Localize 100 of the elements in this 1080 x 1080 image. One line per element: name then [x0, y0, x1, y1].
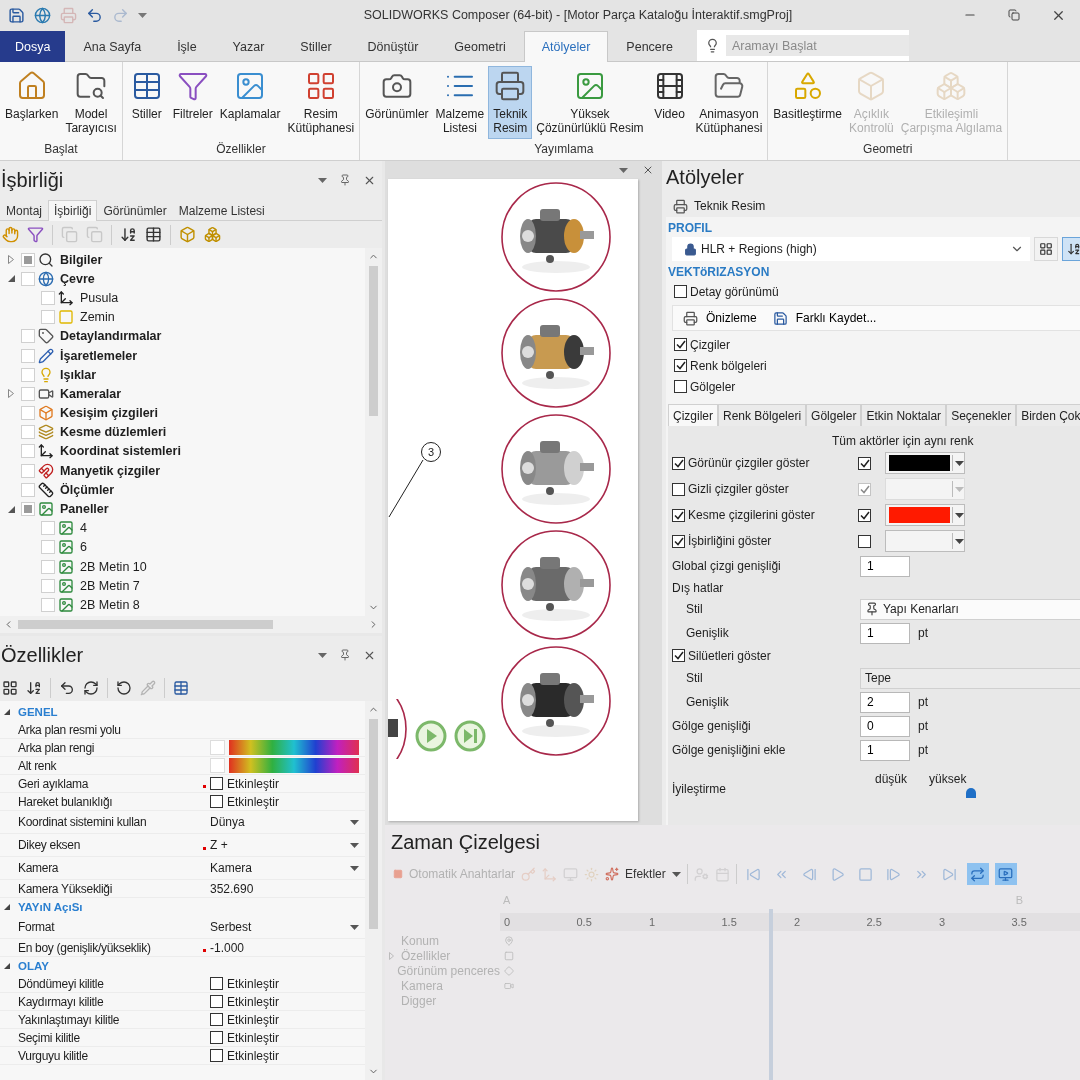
settings-tab[interactable]: Seçenekler	[946, 404, 1017, 426]
style-select[interactable]: Yapı Kenarları	[860, 598, 1080, 620]
panel-menu-icon[interactable]	[318, 652, 327, 658]
checkbox[interactable]	[672, 649, 685, 662]
ribbon-button[interactable]: Filtreler	[169, 66, 216, 125]
tree-item-label[interactable]: 6	[80, 540, 87, 555]
pin-icon[interactable]	[339, 174, 351, 186]
tree-checkbox[interactable]	[21, 463, 35, 478]
color-picker[interactable]	[885, 478, 965, 500]
dropdown-arrow-icon[interactable]	[350, 842, 359, 848]
panel-tab[interactable]: Montaj	[0, 200, 49, 221]
tree-checkbox[interactable]	[41, 597, 55, 612]
ribbon-button[interactable]: Malzeme Listesi	[432, 66, 488, 139]
tree-checkbox[interactable]	[21, 348, 35, 363]
playback-button[interactable]	[994, 863, 1017, 885]
number-field[interactable]: 1	[860, 622, 910, 644]
number-field[interactable]: 1	[860, 555, 910, 577]
tree-checkbox[interactable]	[21, 367, 35, 382]
checkbox[interactable]	[210, 795, 223, 808]
tree-checkbox[interactable]	[41, 559, 55, 574]
settings-tab[interactable]: Çizgiler	[668, 404, 718, 426]
checkbox[interactable]	[210, 977, 223, 990]
property-value[interactable]: -1.000	[210, 940, 245, 955]
dropdown-arrow-icon[interactable]	[955, 538, 964, 544]
ribbon-button[interactable]: Basitleştirme	[770, 66, 846, 125]
checkbox[interactable]	[210, 1013, 223, 1026]
ribbon-button[interactable]: Model Tarayıcısı	[62, 66, 120, 139]
tree-item-label[interactable]: Ölçümler	[60, 482, 115, 497]
sort-icon[interactable]	[26, 679, 42, 696]
tree-item-label[interactable]: Paneller	[60, 502, 109, 517]
color-spectrum[interactable]	[229, 758, 359, 773]
grid-icon[interactable]	[2, 679, 18, 696]
arrow-icon[interactable]	[59, 679, 75, 696]
checkbox[interactable]	[210, 777, 223, 790]
color-picker[interactable]	[885, 530, 965, 552]
filter-icon[interactable]	[27, 226, 44, 243]
dropdown-arrow-icon[interactable]	[350, 819, 359, 825]
tree-item-label[interactable]: İşaretlemeler	[60, 348, 138, 363]
tree-checkbox[interactable]	[21, 252, 35, 267]
ribbon-tab[interactable]: Atölyeler	[523, 31, 609, 62]
checkbox[interactable]	[858, 456, 871, 470]
color-swatch[interactable]	[210, 758, 225, 773]
ribbon-button[interactable]: Başlarken	[2, 66, 62, 125]
property-value[interactable]: 352.690	[210, 881, 254, 896]
tree-item-label[interactable]: Zemin	[80, 310, 115, 325]
ribbon-tab[interactable]: Dönüştür	[349, 31, 437, 62]
scroll-thumb[interactable]	[18, 620, 273, 629]
search-field[interactable]: Aramayı Başlat	[725, 35, 909, 56]
horizontal-scrollbar[interactable]	[0, 616, 382, 633]
expand-arrow-icon[interactable]	[8, 255, 14, 265]
refresh-icon[interactable]	[83, 679, 99, 696]
globe-icon[interactable]	[34, 6, 51, 24]
next-icon[interactable]	[454, 720, 486, 752]
tree-item-label[interactable]: 4	[80, 521, 87, 536]
tree-checkbox[interactable]	[41, 578, 55, 593]
hand-icon[interactable]	[2, 226, 19, 243]
panel-tab[interactable]: Malzeme Listesi	[172, 200, 271, 221]
profile-select[interactable]: HLR + Regions (high)	[672, 237, 1030, 261]
ribbon-button[interactable]: Video	[647, 66, 692, 125]
number-field[interactable]: 2	[860, 691, 910, 713]
tree-checkbox[interactable]	[41, 540, 55, 555]
tree-checkbox[interactable]	[41, 310, 55, 325]
tree-item-label[interactable]: 2B Metin 10	[80, 559, 147, 574]
scroll-thumb[interactable]	[369, 719, 378, 929]
ribbon-tab[interactable]: Yazar	[214, 31, 283, 62]
view-toggle-button[interactable]	[1033, 237, 1058, 261]
color-picker[interactable]	[885, 452, 965, 474]
tree-item-label[interactable]: Çevre	[60, 271, 95, 286]
expand-arrow-icon[interactable]	[8, 389, 14, 399]
panel-menu-icon[interactable]	[318, 177, 327, 183]
settings-tab[interactable]: Etkin Noktalar	[861, 404, 947, 426]
checkbox[interactable]	[672, 508, 685, 522]
vertical-scrollbar[interactable]	[365, 248, 382, 616]
effects-button[interactable]: Efektler	[605, 867, 681, 881]
tree-item-label[interactable]: Manyetik çizgiler	[60, 463, 161, 478]
panel-tab[interactable]: Görünümler	[97, 200, 173, 221]
sort-icon[interactable]	[120, 226, 137, 243]
dropdown-arrow-icon[interactable]	[955, 460, 964, 466]
collapse-arrow-icon[interactable]	[7, 275, 15, 283]
collapse-arrow-icon[interactable]	[7, 505, 15, 513]
panel-tab[interactable]: İşbirliği	[48, 200, 98, 221]
file-menu-button[interactable]: Dosya	[0, 31, 66, 62]
table-icon[interactable]	[173, 679, 189, 696]
property-value[interactable]: Z +	[210, 838, 346, 852]
tree-item-label[interactable]: Koordinat sistemleri	[60, 444, 181, 459]
settings-tab[interactable]: Gölgeler	[806, 404, 862, 426]
checkbox[interactable]	[858, 508, 871, 522]
tree-checkbox[interactable]	[21, 386, 35, 401]
collapse-arrow-icon[interactable]	[4, 904, 10, 910]
tree-item-label[interactable]: 2B Metin 7	[80, 578, 140, 593]
checkbox[interactable]	[672, 534, 685, 548]
collapse-arrow-icon[interactable]	[4, 709, 10, 715]
tree-item-label[interactable]: 2B Metin 8	[80, 597, 140, 612]
dropdown-arrow-icon[interactable]	[955, 512, 964, 518]
tree-item-label[interactable]: Işıklar	[60, 367, 97, 382]
checkbox[interactable]	[210, 995, 223, 1008]
box-icon[interactable]	[179, 226, 196, 243]
tree-checkbox[interactable]	[41, 521, 55, 536]
close-icon[interactable]	[642, 164, 654, 176]
collapse-arrow-icon[interactable]	[4, 963, 10, 969]
